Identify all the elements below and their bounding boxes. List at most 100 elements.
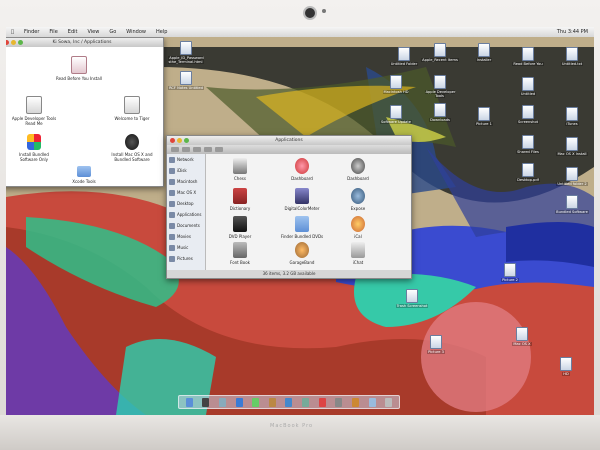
close-icon[interactable] bbox=[6, 40, 9, 45]
safari-icon[interactable] bbox=[235, 397, 243, 407]
desktop-icon-item[interactable]: Apple Developer Tools bbox=[420, 75, 460, 99]
file-item[interactable]: Read Before You Install bbox=[56, 56, 102, 81]
menubar-clock[interactable]: Thu 3:44 PM bbox=[557, 29, 588, 35]
document-icon bbox=[566, 167, 578, 181]
desktop-icon-item[interactable]: Macintosh HD bbox=[376, 75, 416, 94]
desktop-icon-item[interactable]: HD bbox=[546, 357, 586, 376]
app-item-ical[interactable]: iCal bbox=[335, 216, 381, 239]
menu-view[interactable]: View bbox=[87, 29, 99, 35]
zoom-icon[interactable] bbox=[184, 138, 189, 143]
minimize-icon[interactable] bbox=[177, 138, 182, 143]
ichat-icon[interactable] bbox=[252, 397, 260, 407]
desktop-icon-item[interactable]: Apple_Recent Items bbox=[420, 43, 460, 62]
app-item-garageband[interactable]: GarageBand bbox=[279, 242, 325, 265]
file-item[interactable]: Install Mac OS X and Bundled Software bbox=[109, 134, 155, 162]
sidebar-item-music[interactable]: Music bbox=[167, 242, 205, 253]
document-icon bbox=[522, 163, 534, 177]
desktop-icon-item[interactable]: Desktop.pdf bbox=[508, 163, 548, 182]
sidebar-item-pictures[interactable]: Pictures bbox=[167, 253, 205, 264]
app-item-folder[interactable]: Finder Bundled DVDs bbox=[279, 216, 325, 239]
desktop-icon-item[interactable]: Untitled folder 2 bbox=[552, 167, 592, 186]
garageband-icon[interactable] bbox=[351, 397, 359, 407]
itunes-icon[interactable] bbox=[285, 397, 293, 407]
ical-icon[interactable] bbox=[318, 397, 326, 407]
trash-icon[interactable] bbox=[385, 397, 393, 407]
view-icon-button[interactable] bbox=[193, 147, 201, 152]
desktop-icon-item[interactable]: iTunes bbox=[552, 107, 592, 126]
app-item-dvd[interactable]: DVD Player bbox=[217, 216, 263, 239]
menu-window[interactable]: Window bbox=[126, 29, 146, 35]
view-list-button[interactable] bbox=[204, 147, 212, 152]
camera-led bbox=[322, 9, 326, 13]
desktop-icon-item[interactable]: Untitled bbox=[508, 77, 548, 96]
folder-icon[interactable] bbox=[368, 397, 376, 407]
window-titlebar[interactable]: Ki Sowa, Inc / Applications bbox=[6, 38, 163, 47]
desktop-icon-item[interactable]: Bundled Software bbox=[552, 195, 592, 214]
desktop-icon-item[interactable]: Untitled Folder bbox=[384, 47, 424, 66]
app-item-ichat[interactable]: iChat bbox=[335, 242, 381, 265]
desktop-icon-item[interactable]: Downloads bbox=[420, 103, 460, 122]
app-item-chess[interactable]: Chess bbox=[217, 158, 263, 181]
sidebar-item-macosx[interactable]: Mac OS X bbox=[167, 187, 205, 198]
sidebar-item-idisk[interactable]: iDisk bbox=[167, 165, 205, 176]
file-item[interactable]: Apple Developer Tools Read Me bbox=[11, 96, 57, 126]
forward-button[interactable] bbox=[182, 147, 190, 152]
desktop-icon-item[interactable]: Picture 1 bbox=[464, 107, 504, 126]
menu-edit[interactable]: Edit bbox=[68, 29, 78, 35]
iphoto-icon[interactable] bbox=[302, 397, 310, 407]
app-item-colormeter[interactable]: DigitalColorMeter bbox=[279, 188, 325, 211]
ical-icon bbox=[351, 216, 365, 232]
desktop-icon-item[interactable]: RCF Notes Untitled bbox=[166, 71, 206, 90]
apple-menu-icon[interactable]:  bbox=[11, 29, 14, 35]
desktop-icon-item[interactable]: Read Before You bbox=[508, 47, 548, 66]
menu-file[interactable]: File bbox=[49, 29, 57, 35]
sidebar-item-macintosh[interactable]: Macintosh bbox=[167, 176, 205, 187]
sidebar-item-movies[interactable]: Movies bbox=[167, 231, 205, 242]
app-item-dashboard2[interactable]: Dashboard bbox=[335, 158, 381, 181]
sidebar-item-network[interactable]: Network bbox=[167, 154, 205, 165]
address-book-icon[interactable] bbox=[268, 397, 276, 407]
sidebar-item-documents[interactable]: Documents bbox=[167, 220, 205, 231]
finder-window-applications[interactable]: Applications Network iDisk Macintosh Mac… bbox=[166, 135, 412, 279]
mail-icon[interactable] bbox=[219, 397, 227, 407]
zoom-icon[interactable] bbox=[18, 40, 23, 45]
app-item-fontbook[interactable]: Font Book bbox=[217, 242, 263, 265]
desktop-icon-item[interactable]: Shared Files bbox=[508, 135, 548, 154]
folder-icon bbox=[77, 166, 91, 177]
app-item-dictionary[interactable]: Dictionary bbox=[217, 188, 263, 211]
minimize-icon[interactable] bbox=[11, 40, 16, 45]
close-icon[interactable] bbox=[170, 138, 175, 143]
file-item[interactable]: Xcode Tools bbox=[61, 166, 107, 184]
ichat-icon bbox=[351, 242, 365, 258]
document-icon bbox=[26, 96, 42, 114]
view-column-button[interactable] bbox=[215, 147, 223, 152]
desktop-icon-item[interactable]: Mac OS X Install bbox=[552, 137, 592, 156]
desktop-icon-item[interactable]: Screenshot bbox=[508, 105, 548, 124]
folder-icon bbox=[398, 47, 410, 61]
desktop-icon-item[interactable]: Apple_ID_Password sthe_Terminal.html bbox=[166, 41, 206, 65]
finder-window-install[interactable]: Ki Sowa, Inc / Applications Read Before … bbox=[6, 37, 164, 187]
disc-icon bbox=[169, 189, 175, 196]
menu-go[interactable]: Go bbox=[109, 29, 116, 35]
menu-help[interactable]: Help bbox=[156, 29, 167, 35]
desktop-icon-item[interactable]: Software Update bbox=[376, 105, 416, 124]
menu-finder[interactable]: Finder bbox=[24, 29, 39, 35]
desktop-icon-item[interactable]: Picture 3 bbox=[416, 335, 456, 354]
desktop-icon-item[interactable]: Picture 2 bbox=[490, 263, 530, 282]
back-button[interactable] bbox=[171, 147, 179, 152]
finder-icon[interactable] bbox=[185, 397, 193, 407]
app-item-dashboard[interactable]: Dashboard bbox=[279, 158, 325, 181]
desktop-icon-item[interactable]: Mac OS X bbox=[502, 327, 542, 346]
app-item-expose[interactable]: Expose bbox=[335, 188, 381, 211]
file-item[interactable]: Welcome to Tiger bbox=[109, 96, 155, 121]
sidebar-item-applications[interactable]: Applications bbox=[167, 209, 205, 220]
desktop-icon-item[interactable]: Trash Screenshot bbox=[392, 289, 432, 308]
file-item[interactable]: Install Bundled Software Only bbox=[11, 134, 57, 162]
sidebar-item-desktop[interactable]: Desktop bbox=[167, 198, 205, 209]
dashboard-icon[interactable] bbox=[202, 397, 210, 407]
window-titlebar[interactable]: Applications bbox=[167, 136, 411, 145]
brand-label: MacBook Pro bbox=[270, 423, 314, 429]
system-preferences-icon[interactable] bbox=[335, 397, 343, 407]
desktop-icon-item[interactable]: Untitled.txt bbox=[552, 47, 592, 66]
desktop-icon-item[interactable]: Installer bbox=[464, 43, 504, 62]
